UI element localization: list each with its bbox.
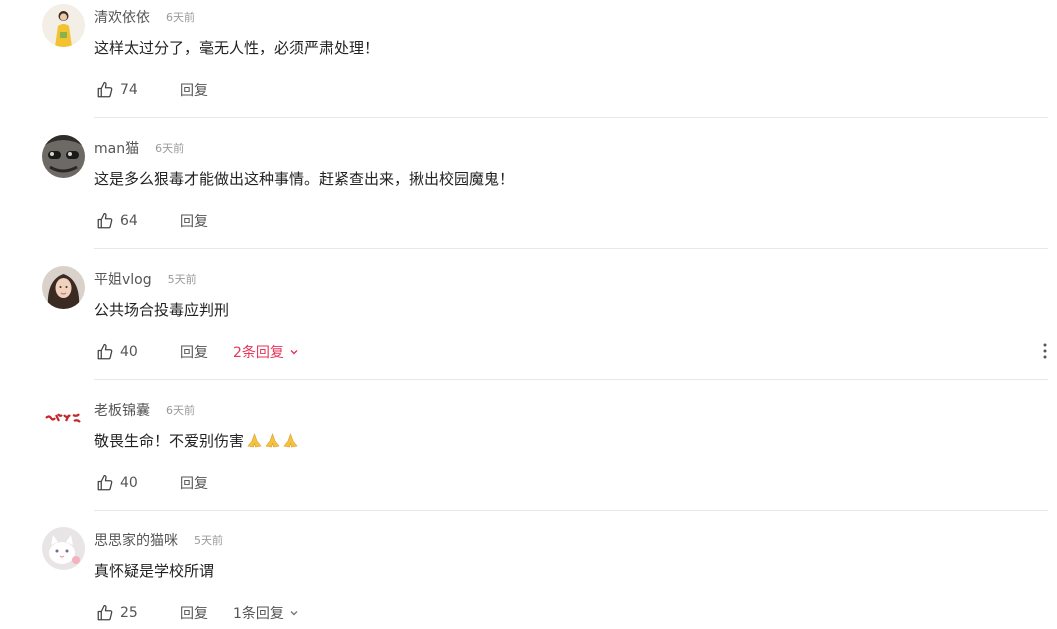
comment-item: 老板锦囊 6天前 敬畏生命！不爱别伤害 40 回复 [0,393,1057,524]
thumbs-up-icon [96,81,114,99]
view-replies-button[interactable]: 1条回复 [233,603,299,623]
comment-text: 真怀疑是学校所谓 [94,560,214,581]
divider [94,248,1048,249]
like-button[interactable]: 40 [96,474,180,492]
emoji-row [246,432,300,449]
avatar[interactable] [42,4,85,47]
username[interactable]: 平姐vlog [94,269,152,289]
avatar[interactable] [42,266,85,309]
chevron-down-icon [289,347,299,357]
comment-text-body: 敬畏生命！不爱别伤害 [94,432,245,450]
view-replies-label: 2条回复 [233,345,284,361]
pray-icon [282,432,299,449]
avatar-white-cat-icon [42,527,85,570]
view-replies-label: 1条回复 [233,606,284,622]
username[interactable]: 老板锦囊 [94,400,150,420]
view-replies-button[interactable]: 2条回复 [233,342,299,362]
username[interactable]: man猫 [94,138,139,158]
reply-button[interactable]: 回复 [180,473,208,493]
comment-meta: man猫 6天前 [94,138,184,158]
avatar[interactable] [42,527,85,570]
timestamp: 6天前 [166,11,195,24]
username[interactable]: 思思家的猫咪 [94,530,178,550]
like-count: 64 [120,213,138,229]
reply-button[interactable]: 回复 [180,211,208,231]
avatar-yellow-dress-woman-icon [42,4,85,47]
comment-actions: 64 回复 [96,210,208,232]
timestamp: 5天前 [167,273,197,286]
comment-meta: 思思家的猫咪 5天前 [94,530,223,550]
pray-icon [264,432,281,449]
comment-item: 思思家的猫咪 5天前 真怀疑是学校所谓 25 回复 1条回复 [0,523,1057,629]
like-count: 25 [120,605,138,621]
comment-actions: 74 回复 [96,79,208,101]
comment-text-body: 这样太过分了，毫无人性，必须严肃处理！ [94,39,380,57]
avatar[interactable] [42,397,85,440]
like-count: 40 [120,475,138,491]
comment-actions: 25 回复 1条回复 [96,602,299,624]
comment-text-body: 真怀疑是学校所谓 [94,562,215,580]
chevron-down-icon [289,608,299,618]
comment-text-body: 公共场合投毒应判刑 [94,301,230,319]
comment-item: man猫 6天前 这是多么狠毒才能做出这种事情。赶紧查出来，揪出校园魔鬼！ 64… [0,131,1057,262]
like-button[interactable]: 64 [96,212,180,230]
more-options-button[interactable] [1041,340,1049,362]
comment-text: 这是多么狠毒才能做出这种事情。赶紧查出来，揪出校园魔鬼！ [94,168,514,189]
timestamp: 6天前 [155,142,185,155]
reply-button[interactable]: 回复 [180,80,208,100]
pray-icon [246,432,263,449]
thumbs-up-icon [96,474,114,492]
comment-text-body: 这是多么狠毒才能做出这种事情。赶紧查出来，揪出校园魔鬼！ [94,170,515,188]
username[interactable]: 清欢依依 [94,7,150,27]
avatar-sunglasses-man-icon [42,135,85,178]
reply-button[interactable]: 回复 [180,342,208,362]
comment-item: 清欢依依 6天前 这样太过分了，毫无人性，必须严肃处理！ 74 回复 [0,0,1057,131]
comment-meta: 平姐vlog 5天前 [94,269,197,289]
thumbs-up-icon [96,343,114,361]
comment-actions: 40 回复 2条回复 [96,341,299,363]
divider [94,117,1048,118]
comment-meta: 清欢依依 6天前 [94,7,195,27]
avatar-red-calligraphy-logo-icon [42,397,85,440]
divider [94,379,1048,380]
like-count: 74 [120,82,138,98]
timestamp: 5天前 [194,534,223,547]
thumbs-up-icon [96,604,114,622]
comment-actions: 40 回复 [96,472,208,494]
avatar[interactable] [42,135,85,178]
comment-text: 这样太过分了，毫无人性，必须严肃处理！ [94,37,379,58]
timestamp: 6天前 [166,404,195,417]
divider [94,510,1048,511]
comment-item: 平姐vlog 5天前 公共场合投毒应判刑 40 回复 2条回复 [0,262,1057,393]
avatar-woman-portrait-icon [42,266,85,309]
comment-text: 公共场合投毒应判刑 [94,299,229,320]
like-button[interactable]: 25 [96,604,180,622]
comment-meta: 老板锦囊 6天前 [94,400,195,420]
comment-list: 清欢依依 6天前 这样太过分了，毫无人性，必须严肃处理！ 74 回复 man猫 … [0,0,1057,629]
comment-text: 敬畏生命！不爱别伤害 [94,430,300,451]
like-button[interactable]: 40 [96,343,180,361]
thumbs-up-icon [96,212,114,230]
more-vertical-icon [1043,343,1047,359]
like-button[interactable]: 74 [96,81,180,99]
like-count: 40 [120,344,138,360]
reply-button[interactable]: 回复 [180,603,208,623]
